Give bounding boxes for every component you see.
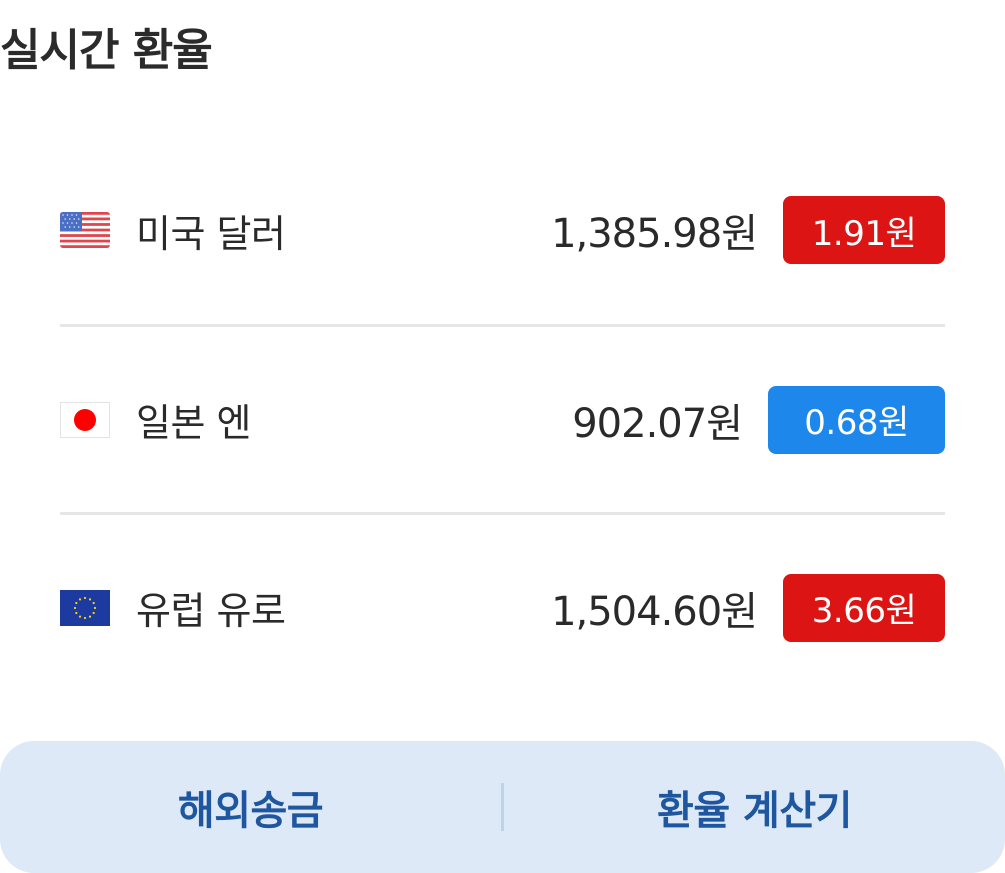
exchange-rate-value: 902.07원 xyxy=(572,400,743,447)
currency-name: 일본 엔 xyxy=(136,401,251,445)
exchange-rate-value: 1,504.60원 xyxy=(551,588,758,635)
remittance-button[interactable]: 해외송금 xyxy=(0,778,501,836)
rate-row-jpy[interactable]: 일본 엔 902.07원 0.68원 xyxy=(60,324,945,512)
change-badge-up: 1.91원 xyxy=(783,196,945,264)
currency-name: 유럽 유로 xyxy=(136,589,286,633)
page-title: 실시간 환율 xyxy=(0,25,213,76)
exchange-rate-value: 1,385.98원 xyxy=(551,211,758,257)
us-flag-icon xyxy=(60,212,110,248)
rate-row-eur[interactable]: 유럽 유로 1,504.60원 3.66원 xyxy=(60,512,945,700)
currency-name: 미국 달러 xyxy=(136,211,286,256)
change-badge-down: 0.68원 xyxy=(768,385,945,454)
japan-flag-icon xyxy=(60,401,110,438)
bottom-action-bar: 해외송금 환율 계산기 xyxy=(0,741,1005,873)
rate-row-usd[interactable]: 미국 달러 1,385.98원 1.91원 xyxy=(60,136,945,324)
change-badge-up: 3.66원 xyxy=(783,573,945,642)
exchange-rate-list: 미국 달러 1,385.98원 1.91원 일본 엔 902.07원 0.68원 xyxy=(60,136,945,700)
eu-flag-icon xyxy=(60,589,110,626)
exchange-calculator-button[interactable]: 환율 계산기 xyxy=(504,778,1005,836)
